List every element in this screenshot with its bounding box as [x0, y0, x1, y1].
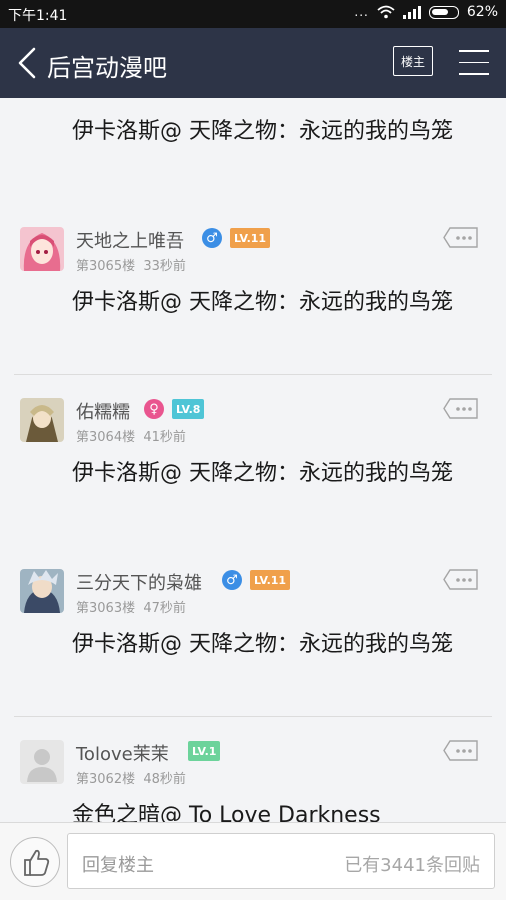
level-badge: LV.1 [188, 741, 221, 761]
nav-bar: 后宫动漫吧 楼主 [0, 28, 506, 98]
back-icon[interactable] [14, 46, 40, 80]
thumbs-up-icon [24, 849, 50, 876]
more-options-icon[interactable] [443, 740, 479, 762]
avatar[interactable] [20, 398, 64, 442]
bottom-reply-bar: 回复楼主 已有3441条回贴 [0, 822, 506, 900]
page-title: 后宫动漫吧 [47, 54, 167, 82]
more-options-icon[interactable] [443, 569, 479, 591]
only-owner-button[interactable]: 楼主 [393, 46, 433, 76]
post-text: 伊卡洛斯@ 天降之物：永远的我的鸟笼 [72, 632, 453, 657]
more-options-icon[interactable] [443, 227, 479, 249]
floor-number: 第3062楼 [76, 772, 136, 787]
divider [14, 716, 492, 717]
level-badge: LV.11 [230, 228, 271, 248]
floor-number: 第3064楼 [76, 430, 136, 445]
status-bar: 下午1:41 ... 62% [0, 0, 506, 28]
post-time: 33秒前 [143, 259, 186, 274]
post-text: 伊卡洛斯@ 天降之物：永远的我的鸟笼 [72, 119, 453, 144]
post-text: 伊卡洛斯@ 天降之物：永远的我的鸟笼 [72, 461, 453, 486]
female-gender-icon: ♀ [144, 399, 164, 419]
battery-icon [428, 5, 459, 19]
reply-input[interactable]: 回复楼主 已有3441条回贴 [67, 833, 495, 889]
post-meta: 第3064楼 41秒前 [76, 426, 186, 445]
male-gender-icon: ♂ [222, 570, 242, 590]
notification-dots-icon: ... [354, 5, 369, 19]
more-options-icon[interactable] [443, 398, 479, 420]
battery-percent: 62% [466, 4, 498, 20]
post-time: 47秒前 [143, 601, 186, 616]
reply-placeholder: 回复楼主 [82, 855, 154, 876]
post-list: 伊卡洛斯@ 天降之物：永远的我的鸟笼 天地之上唯吾 ♂ LV.11 第3065楼… [0, 98, 506, 822]
post-meta: 第3065楼 33秒前 [76, 255, 186, 274]
floor-number: 第3063楼 [76, 601, 136, 616]
post-time: 48秒前 [143, 772, 186, 787]
username[interactable]: 佑糯糯 [76, 398, 130, 424]
level-badge: LV.8 [172, 399, 205, 419]
level-badge: LV.11 [250, 570, 291, 590]
post-text: 金色之暗@ To Love Darkness [72, 803, 381, 822]
floor-number: 第3065楼 [76, 259, 136, 274]
male-gender-icon: ♂ [202, 228, 222, 248]
avatar[interactable] [20, 740, 64, 784]
post-meta: 第3063楼 47秒前 [76, 597, 186, 616]
avatar[interactable] [20, 227, 64, 271]
divider [14, 374, 492, 375]
post-time: 41秒前 [143, 430, 186, 445]
post-text: 伊卡洛斯@ 天降之物：永远的我的鸟笼 [72, 290, 453, 315]
like-thumb-button[interactable] [10, 837, 60, 887]
post-meta: 第3062楼 48秒前 [76, 768, 186, 787]
username[interactable]: 天地之上唯吾 [76, 227, 184, 253]
signal-icon [402, 6, 421, 19]
username[interactable]: 三分天下的枭雄 [76, 569, 202, 595]
menu-icon[interactable] [459, 50, 489, 76]
status-time: 下午1:41 [8, 8, 68, 24]
wifi-icon [377, 5, 395, 19]
username[interactable]: Tolove茉茉 [76, 740, 169, 766]
reply-count: 已有3441条回贴 [344, 855, 480, 876]
status-icons: ... 62% [354, 4, 498, 20]
avatar[interactable] [20, 569, 64, 613]
